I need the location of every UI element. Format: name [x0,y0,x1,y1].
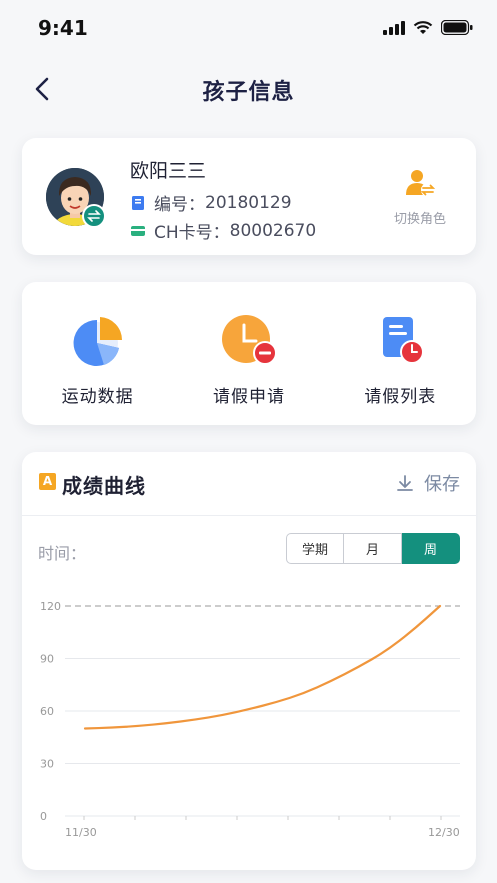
score-curve-card: A 成绩曲线 保存 时间： 学期 月 周 0 30 60 90 120 11/30 12/3… [22,452,476,870]
tab-month[interactable]: 月 [344,533,402,564]
score-series-line [83,604,442,730]
y-tick-label: 30 [40,758,54,771]
y-tick-label: 0 [40,810,47,823]
x-tick-label: 11/30 [65,826,97,839]
student-id-row: 编号： 20180129 [130,190,292,215]
id-book-icon [132,195,144,210]
sports-data-button[interactable]: 运动数据 [38,314,158,407]
leave-request-label: 请假申请 [212,387,285,407]
period-tabs: 学期 月 周 [286,533,460,564]
switch-child-badge[interactable] [82,204,106,228]
y-tick-label: 90 [40,653,54,666]
x-tick-label: 12/30 [428,826,460,839]
page-title: 孩子信息 [202,80,295,105]
status-time: 9:41 [38,16,88,40]
clock-minus-icon [221,315,277,365]
profile-card: 欧阳三三 编号： 20180129 CH卡号： 80002670 切换角色 [22,138,476,255]
tab-week[interactable]: 周 [402,533,460,564]
student-id-value: 20180129 [205,192,292,213]
download-icon [397,475,413,491]
card-number-label: CH卡号： [154,223,230,243]
child-name: 欧阳三三 [130,160,207,182]
pie-chart-icon [73,317,122,366]
sports-data-label: 运动数据 [61,387,134,407]
document-clock-icon [383,317,425,364]
score-curve-title: 成绩曲线 [62,474,146,498]
save-label: 保存 [424,474,460,495]
actions-card: 运动数据 请假申请 请假列表 [22,282,476,425]
battery-icon [441,20,473,35]
leave-request-button[interactable]: 请假申请 [189,314,309,407]
status-icons [383,20,473,35]
card-number-row: CH卡号： 80002670 [130,218,316,243]
wifi-icon [413,20,433,34]
score-curve-header: A 成绩曲线 保存 [22,452,476,516]
tab-semester[interactable]: 学期 [286,533,344,564]
time-label: 时间： [38,544,87,563]
switch-role-button[interactable]: 切换角色 [382,168,458,227]
switch-role-label: 切换角色 [393,212,446,227]
y-tick-label: 60 [40,705,54,718]
swap-icon [87,210,101,222]
switch-role-icon [406,170,436,197]
nav-bar: 孩子信息 [0,64,497,114]
leave-list-label: 请假列表 [364,387,437,407]
save-button[interactable]: 保存 [396,470,460,496]
student-id-label: 编号： [154,195,205,215]
y-tick-label: 120 [40,600,61,613]
score-line-chart: 0 30 60 90 120 11/30 12/30 [40,600,460,839]
leave-list-button[interactable]: 请假列表 [340,314,460,407]
status-bar: 9:41 [0,0,497,60]
score-title-icon: A [39,473,56,490]
card-number-value: 80002670 [229,220,317,241]
signal-icon [383,20,405,35]
card-icon [131,225,145,236]
